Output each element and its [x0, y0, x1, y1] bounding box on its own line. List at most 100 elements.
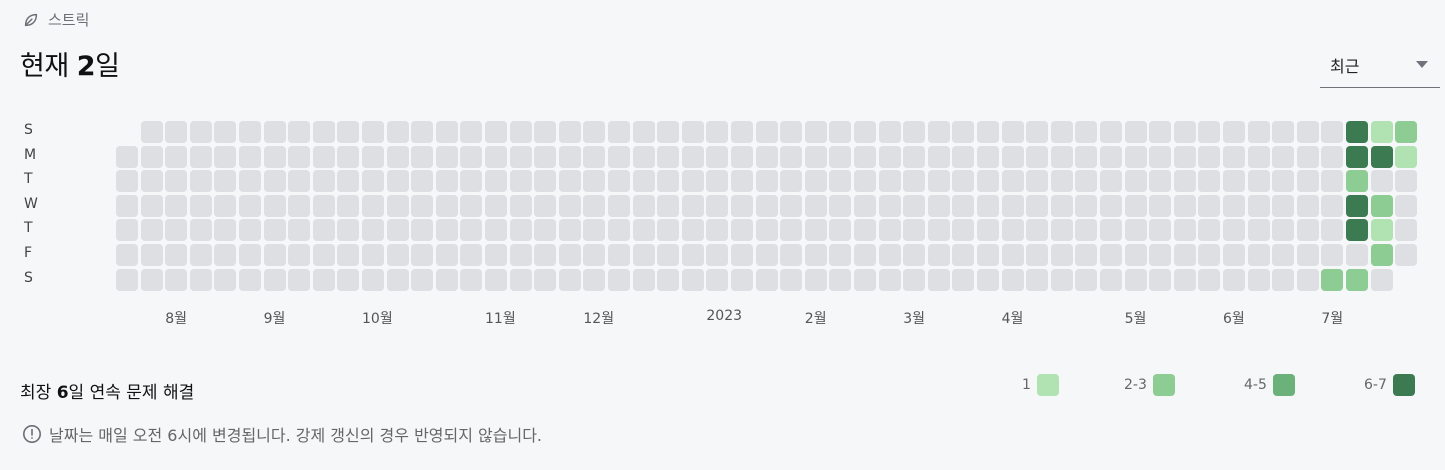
day-cell[interactable] — [411, 244, 434, 266]
day-cell[interactable] — [608, 145, 630, 168]
day-cell[interactable] — [1149, 244, 1172, 266]
day-cell[interactable] — [977, 194, 999, 217]
day-cell[interactable] — [288, 170, 311, 193]
day-cell[interactable] — [1124, 219, 1147, 242]
day-cell[interactable] — [731, 219, 753, 242]
day-cell[interactable] — [755, 194, 778, 217]
day-cell[interactable] — [485, 121, 507, 143]
day-cell[interactable] — [632, 121, 655, 143]
day-cell[interactable] — [1370, 244, 1393, 266]
day-cell[interactable] — [386, 145, 409, 168]
day-cell[interactable] — [804, 219, 827, 242]
day-cell[interactable] — [362, 170, 384, 193]
day-cell[interactable] — [632, 244, 655, 266]
day-cell[interactable] — [1173, 244, 1196, 266]
day-cell[interactable] — [509, 170, 532, 193]
day-cell[interactable] — [1173, 121, 1196, 143]
day-cell[interactable] — [386, 268, 409, 291]
day-cell[interactable] — [1149, 170, 1172, 193]
day-cell[interactable] — [140, 268, 163, 291]
day-cell[interactable] — [1370, 194, 1393, 217]
day-cell[interactable] — [977, 219, 999, 242]
day-cell[interactable] — [140, 145, 163, 168]
day-cell[interactable] — [1026, 219, 1049, 242]
day-cell[interactable] — [460, 219, 483, 242]
day-cell[interactable] — [681, 194, 704, 217]
day-cell[interactable] — [485, 268, 507, 291]
day-cell[interactable] — [263, 194, 286, 217]
day-cell[interactable] — [583, 194, 606, 217]
day-cell[interactable] — [952, 219, 975, 242]
day-cell[interactable] — [829, 219, 852, 242]
day-cell[interactable] — [1075, 244, 1098, 266]
day-cell[interactable] — [755, 268, 778, 291]
day-cell[interactable] — [657, 121, 680, 143]
day-cell[interactable] — [509, 268, 532, 291]
day-cell[interactable] — [731, 121, 753, 143]
day-cell[interactable] — [1001, 145, 1024, 168]
day-cell[interactable] — [977, 170, 999, 193]
day-cell[interactable] — [632, 145, 655, 168]
day-cell[interactable] — [583, 244, 606, 266]
day-cell[interactable] — [116, 194, 138, 217]
day-cell[interactable] — [583, 219, 606, 242]
day-cell[interactable] — [1001, 194, 1024, 217]
day-cell[interactable] — [1124, 170, 1147, 193]
day-cell[interactable] — [1050, 268, 1073, 291]
day-cell[interactable] — [1050, 194, 1073, 217]
day-cell[interactable] — [583, 170, 606, 193]
day-cell[interactable] — [1395, 170, 1418, 193]
day-cell[interactable] — [411, 145, 434, 168]
day-cell[interactable] — [1100, 145, 1122, 168]
day-cell[interactable] — [632, 268, 655, 291]
day-cell[interactable] — [558, 145, 581, 168]
day-cell[interactable] — [632, 170, 655, 193]
day-cell[interactable] — [1050, 170, 1073, 193]
day-cell[interactable] — [1223, 268, 1245, 291]
day-cell[interactable] — [165, 170, 188, 193]
day-cell[interactable] — [755, 145, 778, 168]
day-cell[interactable] — [558, 244, 581, 266]
day-cell[interactable] — [1247, 170, 1270, 193]
day-cell[interactable] — [657, 244, 680, 266]
day-cell[interactable] — [1026, 268, 1049, 291]
day-cell[interactable] — [1223, 219, 1245, 242]
day-cell[interactable] — [927, 219, 950, 242]
day-cell[interactable] — [878, 244, 901, 266]
day-cell[interactable] — [780, 170, 803, 193]
day-cell[interactable] — [435, 145, 458, 168]
day-cell[interactable] — [804, 121, 827, 143]
day-cell[interactable] — [1395, 145, 1418, 168]
day-cell[interactable] — [1198, 170, 1221, 193]
day-cell[interactable] — [386, 244, 409, 266]
day-cell[interactable] — [731, 194, 753, 217]
day-cell[interactable] — [755, 121, 778, 143]
day-cell[interactable] — [878, 194, 901, 217]
day-cell[interactable] — [485, 219, 507, 242]
day-cell[interactable] — [1223, 145, 1245, 168]
day-cell[interactable] — [140, 219, 163, 242]
day-cell[interactable] — [1198, 121, 1221, 143]
day-cell[interactable] — [1075, 145, 1098, 168]
day-cell[interactable] — [780, 219, 803, 242]
day-cell[interactable] — [1272, 244, 1295, 266]
day-cell[interactable] — [485, 170, 507, 193]
day-cell[interactable] — [903, 268, 926, 291]
day-cell[interactable] — [411, 268, 434, 291]
day-cell[interactable] — [804, 145, 827, 168]
day-cell[interactable] — [1075, 170, 1098, 193]
day-cell[interactable] — [1100, 268, 1122, 291]
day-cell[interactable] — [829, 121, 852, 143]
day-cell[interactable] — [214, 219, 237, 242]
day-cell[interactable] — [1395, 194, 1418, 217]
day-cell[interactable] — [116, 244, 138, 266]
day-cell[interactable] — [1124, 145, 1147, 168]
day-cell[interactable] — [632, 219, 655, 242]
day-cell[interactable] — [312, 268, 335, 291]
day-cell[interactable] — [362, 145, 384, 168]
day-cell[interactable] — [977, 244, 999, 266]
day-cell[interactable] — [1247, 121, 1270, 143]
day-cell[interactable] — [829, 268, 852, 291]
day-cell[interactable] — [362, 194, 384, 217]
day-cell[interactable] — [509, 121, 532, 143]
